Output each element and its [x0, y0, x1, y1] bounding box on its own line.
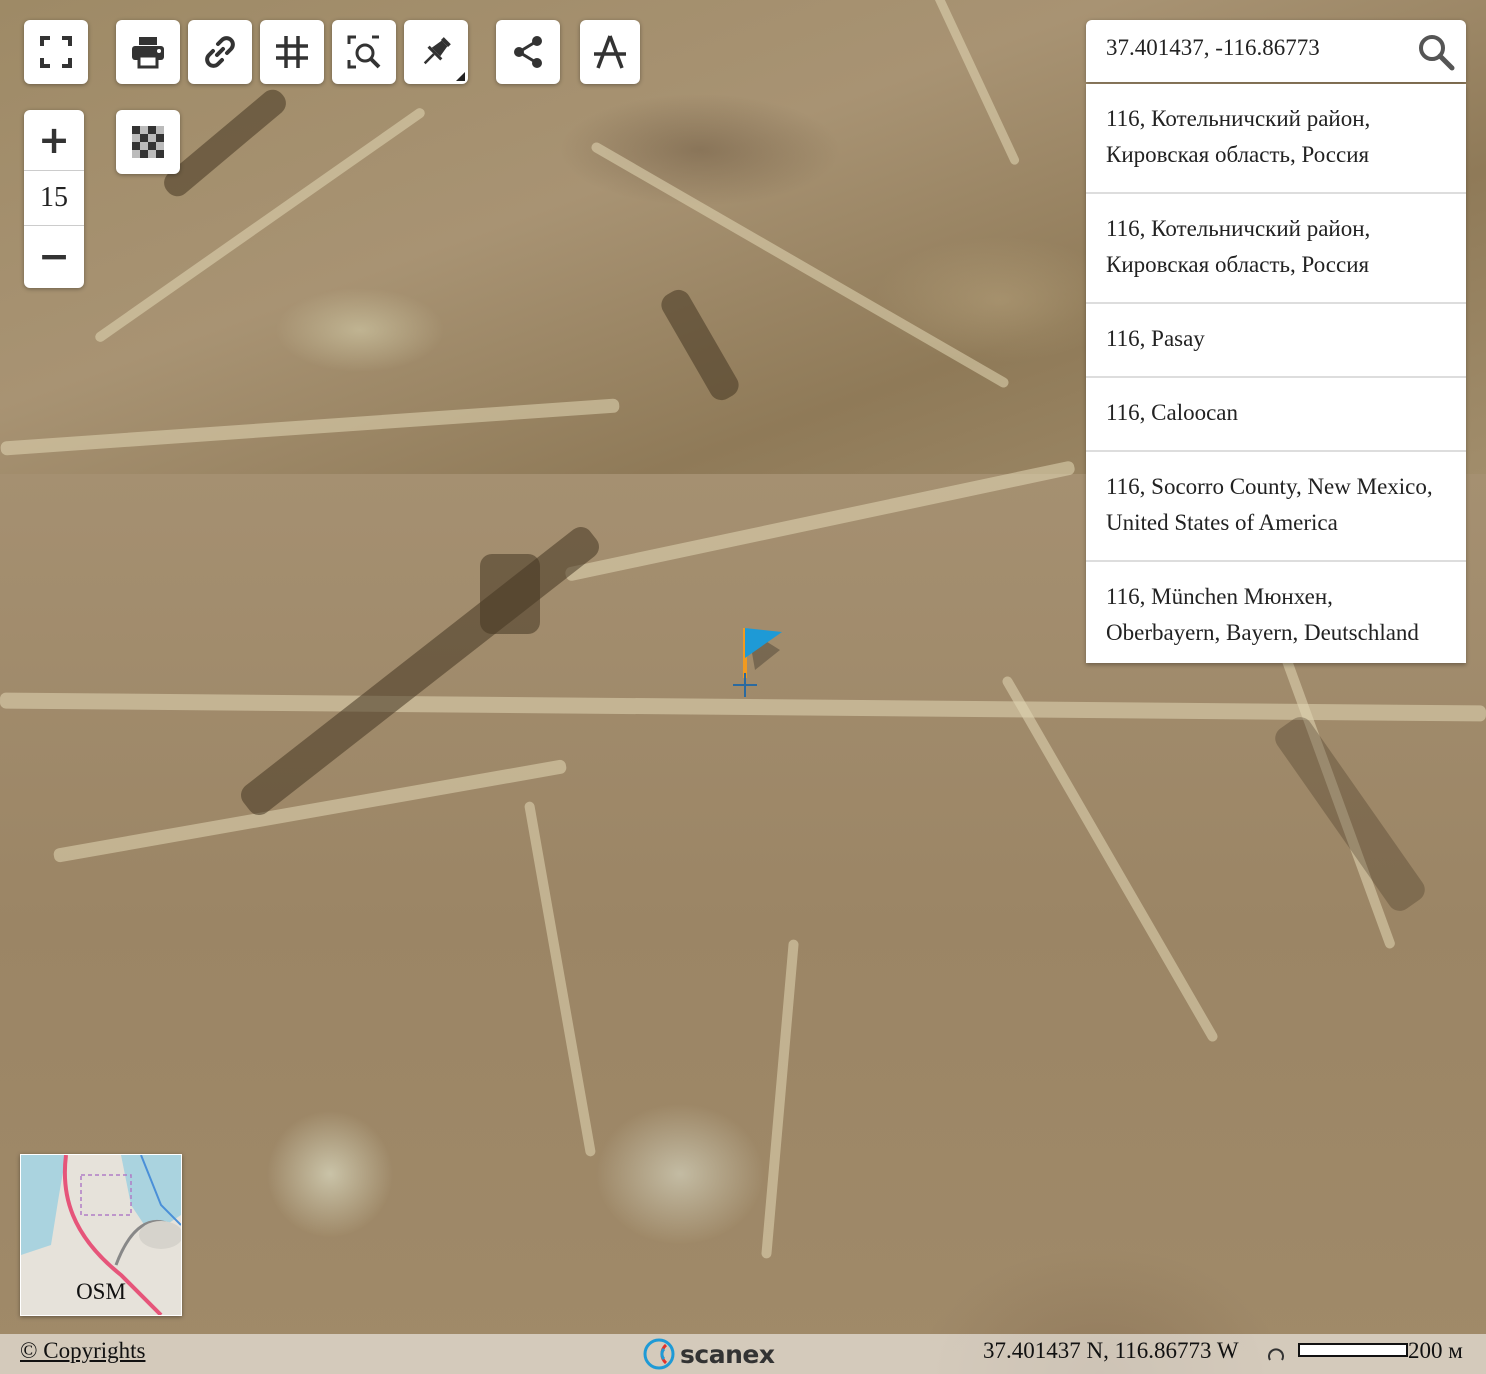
result-line: Кировская область, Россия	[1106, 252, 1370, 277]
scanex-logo-icon	[643, 1338, 675, 1370]
permalink-button[interactable]	[188, 20, 252, 84]
zoom-level: 15	[24, 170, 84, 226]
layer-switch-button[interactable]	[116, 110, 180, 174]
link-icon	[205, 36, 235, 68]
map-footer: © Copyrights scanex 37.401437 N, 116.867…	[0, 1334, 1486, 1374]
marker-button[interactable]	[404, 20, 468, 84]
minimap-label: OSM	[76, 1279, 126, 1304]
result-line: Кировская область, Россия	[1106, 142, 1370, 167]
search-box	[1086, 20, 1466, 82]
dropdown-corner-icon	[456, 72, 465, 81]
scanex-logo[interactable]: scanex	[642, 1336, 775, 1372]
search-results-list: 116, Котельничский район, Кировская обла…	[1086, 84, 1466, 663]
refresh-icon[interactable]	[1266, 1346, 1286, 1366]
copyrights-link[interactable]: © Copyrights	[20, 1338, 145, 1364]
result-line: United States of America	[1106, 510, 1338, 535]
grid-icon	[276, 36, 308, 68]
grid-button[interactable]	[260, 20, 324, 84]
checkerboard-icon	[132, 126, 164, 158]
fullscreen-button[interactable]	[24, 20, 88, 84]
search-result-item[interactable]: 116, Caloocan	[1086, 378, 1466, 452]
scale-bar	[1298, 1343, 1408, 1357]
zoom-out-button[interactable]: −	[24, 226, 84, 286]
search-result-item[interactable]: 116, Socorro County, New Mexico, United …	[1086, 452, 1466, 562]
search-result-item[interactable]: 116, Котельничский район, Кировская обла…	[1086, 194, 1466, 304]
drawing-button[interactable]	[580, 20, 640, 84]
search-input[interactable]	[1086, 20, 1416, 76]
zoom-control: + 15 −	[24, 110, 84, 288]
cursor-coordinates[interactable]: 37.401437 N, 116.86773 W	[983, 1338, 1239, 1364]
result-line: 116, München Мюнхен,	[1106, 584, 1333, 609]
print-icon	[132, 37, 164, 69]
result-line: 116, Котельничский район,	[1106, 216, 1371, 241]
minimap-osm[interactable]: OSM	[20, 1154, 182, 1316]
scanex-logo-text: scanex	[680, 1339, 775, 1369]
zoom-in-button[interactable]: +	[24, 110, 84, 170]
search-icon[interactable]	[1416, 32, 1456, 72]
search-result-item[interactable]: 116, Pasay	[1086, 304, 1466, 378]
pushpin-icon	[423, 37, 451, 65]
result-line: 116, Caloocan	[1106, 400, 1239, 425]
share-icon	[514, 36, 542, 68]
result-line: 116, Socorro County, New Mexico,	[1106, 474, 1433, 499]
compass-icon	[594, 35, 626, 69]
result-line: 116, Котельничский район,	[1106, 106, 1371, 131]
zoom-box-button[interactable]	[332, 20, 396, 84]
fullscreen-icon	[40, 36, 72, 68]
share-button[interactable]	[496, 20, 560, 84]
zoom-box-icon	[347, 35, 381, 69]
scale-label: 200 м	[1408, 1338, 1463, 1363]
search-result-item[interactable]: 116, Котельничский район, Кировская обла…	[1086, 84, 1466, 194]
print-button[interactable]	[116, 20, 180, 84]
result-line: Oberbayern, Bayern, Deutschland	[1106, 620, 1419, 645]
flag-icon[interactable]	[730, 620, 800, 700]
search-result-item[interactable]: 116, München Мюнхен, Oberbayern, Bayern,…	[1086, 562, 1466, 663]
result-line: 116, Pasay	[1106, 326, 1205, 351]
